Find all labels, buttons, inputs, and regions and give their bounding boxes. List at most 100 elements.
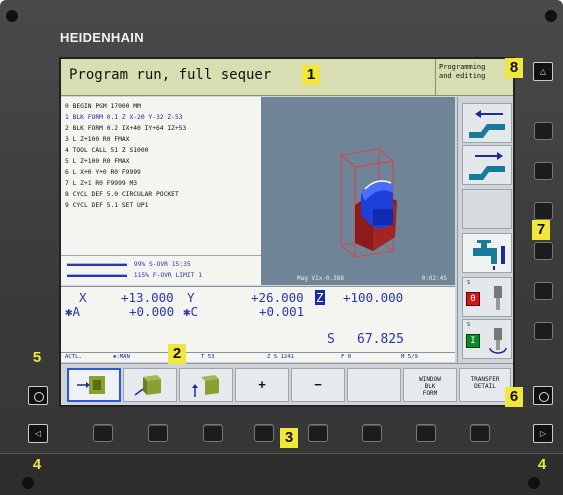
callout-6: 6 [505,387,523,407]
spindle-off-label: S [467,280,471,286]
callout-2: 2 [168,344,186,364]
hardkey-6[interactable] [362,424,382,442]
screen-layout-key-left[interactable] [28,386,48,405]
callout-4-left: 4 [32,456,42,473]
callout-1: 1 [302,65,320,85]
softkey-empty-h[interactable] [347,368,401,402]
program-line-active[interactable]: 1 BLK FORM 0.1 Z X-20 Y-32 Z-53 [65,114,183,121]
spindle-override-bar [67,262,127,266]
program-line[interactable]: 0 BEGIN PGM 17000 MM [65,103,141,110]
position-display: X +13.000 Y +26.000 Z +100.000 ✱A +0.000… [61,286,455,352]
workpiece-3d-view [340,148,397,258]
hardkey-4[interactable] [254,424,274,442]
workpiece-top-view-icon [134,375,161,396]
mode-switch-key[interactable]: △ [533,62,553,81]
softkey-empty[interactable] [462,189,512,229]
softkey-zoom-in[interactable]: + [235,368,289,402]
override-display: 99% S-OVR 15:35 115% F-OVR LIMIT 1 [61,255,261,285]
hardkey-8[interactable] [470,424,490,442]
feed-status: F 0 [341,354,352,360]
zoom-in-label: + [258,377,266,392]
feed-override-text: 115% F-OVR LIMIT 1 [133,272,203,279]
window-blk-form-label: WINDOW BLK FORM [419,376,441,397]
tool-number-status: T 53 [201,354,215,360]
tool-axis-status: ✱:MAN [113,354,130,360]
hardkey-1[interactable] [93,424,113,442]
softkey-spindle-off[interactable]: S 0 [462,277,512,317]
softkey-page-right-key[interactable]: ▷ [533,424,553,443]
screw-top-left [6,10,18,22]
axis-y-value: +26.000 [251,290,304,305]
program-line[interactable]: 6 L X+0 Y+0 R0 F9999 [65,169,141,176]
side-softkey-1[interactable] [534,122,553,140]
side-softkey-5[interactable] [534,282,553,300]
screen-layout-key-right[interactable] [533,386,553,405]
side-softkey-4[interactable] [534,242,553,260]
spindle-off-state: 0 [466,292,480,306]
axis-c-label: ✱C [183,304,199,319]
softkey-spindle-on[interactable]: S I [462,319,512,359]
machining-time: 0:02:45 [421,275,447,282]
coolant-faucet-icon [473,240,505,270]
axis-x-label: X [79,290,87,305]
screw-top-right [545,10,557,22]
brand-logo: HEIDENHAIN [60,30,144,45]
hardkey-7[interactable] [416,424,436,442]
forward-search-icon [469,152,505,180]
callout-4-right: 4 [537,456,547,473]
program-line[interactable]: 4 TOOL CALL 51 Z S1000 [65,147,148,154]
feed-override: 115% F-OVR LIMIT 1 [67,272,202,279]
callout-5: 5 [32,349,42,366]
vertical-softkey-row: S 0 S I [457,97,513,363]
spindle-icon [494,286,502,310]
control-screen: Program run, full sequer Programming and… [59,57,515,407]
softkey-program-start-icon[interactable] [462,103,512,143]
hardkey-5[interactable] [308,424,328,442]
axis-z-label: Z [315,290,325,305]
header-divider [435,59,436,96]
position-mode: ACTL. [65,354,82,360]
axis-y-label: Y [187,290,195,305]
program-line[interactable]: 2 BLK FORM 0.2 IX+40 IY+64 IZ+53 [65,125,186,132]
softkey-page-left-key[interactable]: ◁ [28,424,48,443]
horizontal-softkey-row: + − WINDOW BLK FORM TRANSFER DETAIL [61,363,513,405]
side-softkey-6[interactable] [534,322,553,340]
softkey-zoom-out[interactable]: − [291,368,345,402]
workpiece-3d-view-icon [192,375,219,397]
program-listing[interactable]: 0 BEGIN PGM 17000 MM 1 BLK FORM 0.1 Z X-… [61,97,261,255]
side-softkey-2[interactable] [534,162,553,180]
spindle-speed-label: S [327,332,335,347]
workpiece-front-view-icon [77,376,105,394]
program-line[interactable]: 5 L Z+100 R0 FMAX [65,158,129,165]
programming-mode-title[interactable]: Programming and editing [439,63,513,81]
program-line[interactable]: 3 L Z+100 R0 FMAX [65,136,129,143]
side-softkey-3[interactable] [534,202,553,220]
softkey-view-front[interactable] [67,368,121,402]
hardkey-3[interactable] [203,424,223,442]
screw-bottom-right [528,477,540,489]
spindle-override: 99% S-OVR 15:35 [67,261,191,268]
program-line[interactable]: 7 L Z+1 R0 F9999 M3 [65,180,137,187]
machine-mode-title[interactable]: Program run, full sequer [69,67,271,83]
graphic-magnification: Mag V1x-0.388 [297,275,344,282]
misc-function-status: M 5/9 [401,354,418,360]
softkey-window-blk-form[interactable]: WINDOW BLK FORM [403,368,457,402]
program-line[interactable]: 9 CYCL DEF 5.1 SET UP1 [65,202,148,209]
spindle-override-text: 99% S-OVR 15:35 [133,261,191,268]
screen-header: Program run, full sequer Programming and… [61,59,513,96]
spindle-on-state: I [466,334,480,348]
softkey-coolant[interactable] [462,233,512,273]
feed-override-bar [67,273,127,277]
workpiece-graphic[interactable]: Mag V1x-0.388 0:02:45 [261,97,455,285]
spindle-axis-status: Z S 1241 [267,354,294,360]
softkey-view-3d[interactable] [179,368,233,402]
status-bar: ACTL. ✱:MAN T 53 Z S 1241 F 0 M 5/9 [61,352,455,362]
backward-search-icon [469,110,505,138]
callout-3: 3 [280,428,298,448]
callout-7: 7 [532,220,550,240]
softkey-view-top[interactable] [123,368,177,402]
hardkey-2[interactable] [148,424,168,442]
program-line[interactable]: 8 CYCL DEF 5.0 CIRCULAR POCKET [65,191,179,198]
softkey-transfer-detail[interactable]: TRANSFER DETAIL [459,368,511,402]
softkey-forward-search[interactable] [462,145,512,185]
